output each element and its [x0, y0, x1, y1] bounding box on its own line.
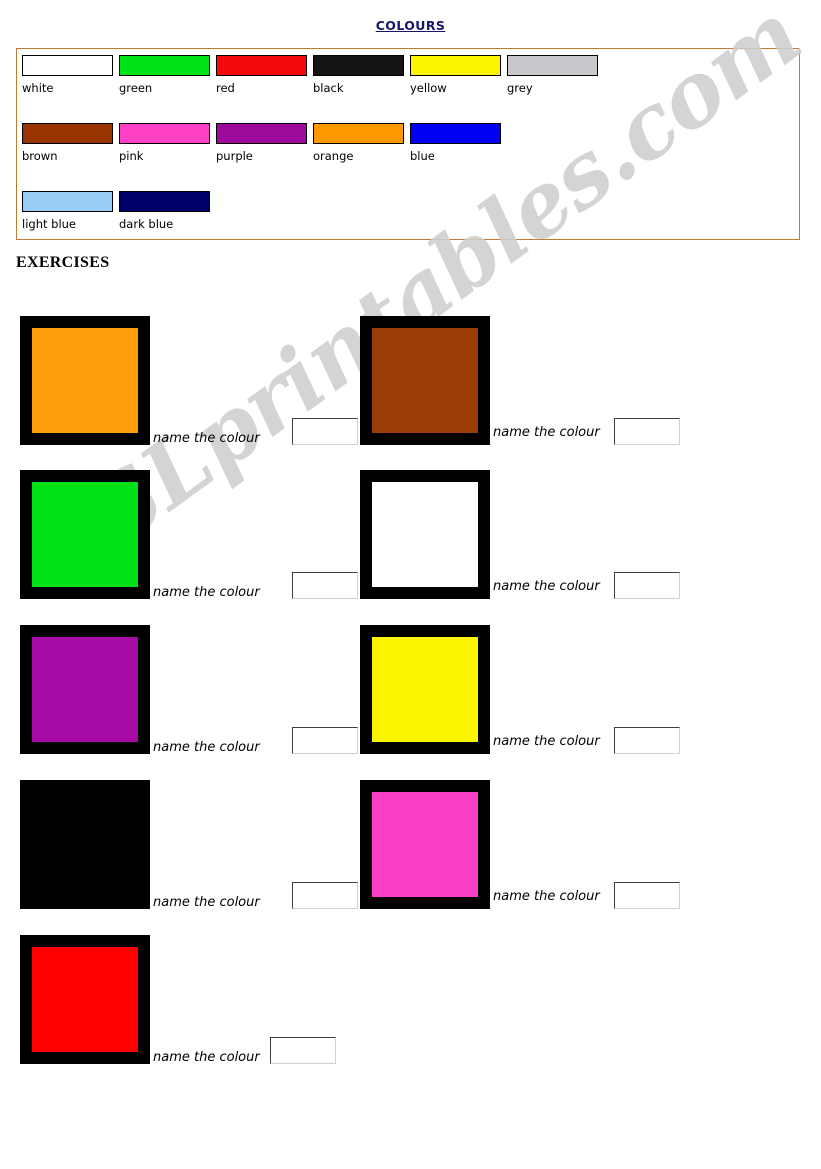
answer-input-3[interactable] — [292, 572, 358, 599]
legend-label-grey: grey — [507, 81, 533, 95]
swatch-pink — [119, 123, 210, 144]
legend-label-purple: purple — [216, 149, 253, 163]
colour-fill-5 — [32, 637, 138, 742]
legend-item-brown: brown — [22, 123, 115, 163]
colour-fill-3 — [32, 482, 138, 587]
answer-input-2[interactable] — [614, 418, 680, 445]
colour-frame — [360, 625, 490, 754]
colour-legend-box: white green red black yellow grey brown — [16, 48, 800, 240]
swatch-purple — [216, 123, 307, 144]
legend-label-brown: brown — [22, 149, 58, 163]
exercises-heading: EXERCISES — [16, 254, 110, 271]
swatch-yellow — [410, 55, 501, 76]
colour-fill-1 — [32, 328, 138, 433]
exercise-prompt-6: name the colour — [493, 734, 600, 749]
exercise-prompt-2: name the colour — [493, 425, 600, 440]
legend-label-dark-blue: dark blue — [119, 217, 174, 231]
colour-frame — [20, 470, 150, 599]
colour-frame — [20, 935, 150, 1064]
legend-item-white: white — [22, 55, 115, 95]
answer-input-8[interactable] — [614, 882, 680, 909]
answer-input-6[interactable] — [614, 727, 680, 754]
legend-item-black: black — [313, 55, 406, 95]
legend-item-purple: purple — [216, 123, 309, 163]
legend-item-yellow: yellow — [410, 55, 503, 95]
swatch-red — [216, 55, 307, 76]
legend-label-orange: orange — [313, 149, 354, 163]
colour-frame — [360, 780, 490, 909]
colour-fill-6 — [372, 637, 478, 742]
legend-item-pink: pink — [119, 123, 212, 163]
answer-input-7[interactable] — [292, 882, 358, 909]
colour-fill-9 — [32, 947, 138, 1052]
legend-item-grey: grey — [507, 55, 600, 95]
answer-input-5[interactable] — [292, 727, 358, 754]
legend-label-yellow: yellow — [410, 81, 447, 95]
legend-label-pink: pink — [119, 149, 144, 163]
exercise-prompt-9: name the colour — [153, 1050, 260, 1065]
legend-label-blue: blue — [410, 149, 435, 163]
swatch-orange — [313, 123, 404, 144]
legend-item-orange: orange — [313, 123, 406, 163]
colour-fill-7 — [32, 792, 138, 897]
answer-input-4[interactable] — [614, 572, 680, 599]
swatch-light-blue — [22, 191, 113, 212]
colour-fill-4 — [372, 482, 478, 587]
swatch-white — [22, 55, 113, 76]
exercise-prompt-5: name the colour — [153, 740, 260, 755]
swatch-blue — [410, 123, 501, 144]
legend-item-light-blue: light blue — [22, 191, 115, 231]
legend-item-green: green — [119, 55, 212, 95]
exercise-prompt-8: name the colour — [493, 889, 600, 904]
legend-label-red: red — [216, 81, 235, 95]
legend-item-dark-blue: dark blue — [119, 191, 212, 231]
colour-frame — [360, 316, 490, 445]
exercise-prompt-3: name the colour — [153, 585, 260, 600]
colour-fill-2 — [372, 328, 478, 433]
colour-frame — [20, 316, 150, 445]
exercise-prompt-7: name the colour — [153, 895, 260, 910]
swatch-grey — [507, 55, 598, 76]
legend-label-white: white — [22, 81, 54, 95]
swatch-dark-blue — [119, 191, 210, 212]
colour-frame — [20, 780, 150, 909]
page-title: COLOURS — [375, 18, 446, 33]
legend-label-green: green — [119, 81, 153, 95]
legend-item-blue: blue — [410, 123, 503, 163]
legend-label-black: black — [313, 81, 344, 95]
answer-input-9[interactable] — [270, 1037, 336, 1064]
colour-fill-8 — [372, 792, 478, 897]
legend-label-light-blue: light blue — [22, 217, 77, 231]
colour-frame — [20, 625, 150, 754]
legend-item-red: red — [216, 55, 309, 95]
swatch-brown — [22, 123, 113, 144]
exercise-prompt-4: name the colour — [493, 579, 600, 594]
swatch-green — [119, 55, 210, 76]
exercise-prompt-1: name the colour — [153, 431, 260, 446]
page-title-bar: COLOURS — [0, 17, 821, 35]
swatch-black — [313, 55, 404, 76]
answer-input-1[interactable] — [292, 418, 358, 445]
colour-frame — [360, 470, 490, 599]
